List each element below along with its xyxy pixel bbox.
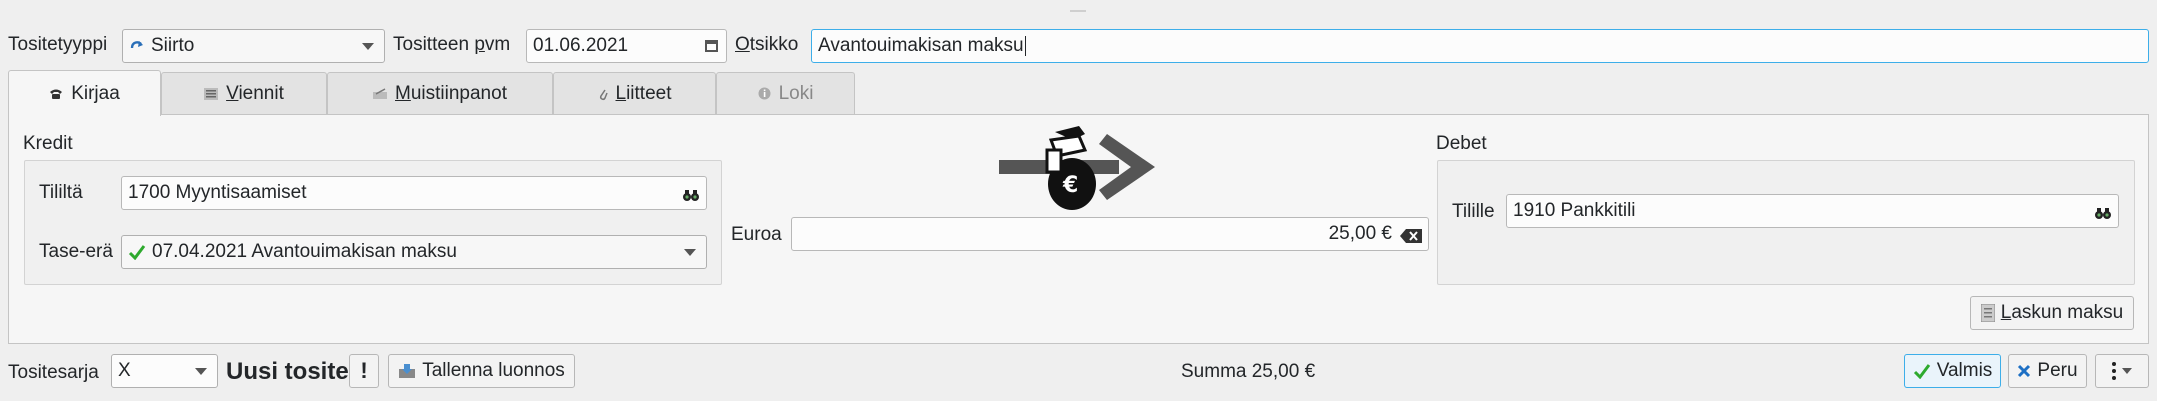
date-label: Tositteen pvm: [393, 34, 511, 55]
tab-liitteet[interactable]: Liitteet: [553, 72, 716, 114]
debet-title: Debet: [1436, 133, 1487, 154]
amount-label: Euroa: [731, 224, 782, 245]
kredit-balance-combo[interactable]: 07.04.2021 Avantouimakisan maksu: [121, 235, 707, 269]
info-icon: [758, 87, 771, 100]
phone-icon: [49, 88, 63, 100]
list-icon: [204, 87, 219, 100]
date-field[interactable]: 01.06.2021: [526, 29, 727, 63]
exclamation-icon: !: [360, 358, 368, 383]
cancel-button[interactable]: Peru: [2008, 354, 2087, 388]
warning-button[interactable]: !: [349, 354, 379, 388]
document-icon: [1980, 304, 1995, 322]
check-icon: [1913, 363, 1931, 379]
transfer-icon: [129, 38, 145, 54]
type-combo[interactable]: Siirto: [122, 29, 385, 63]
chevron-down-icon: [684, 249, 696, 256]
kredit-account-field[interactable]: 1700 Myyntisaamiset: [121, 176, 707, 210]
binoculars-icon[interactable]: [2094, 204, 2112, 226]
svg-text:€: €: [1062, 173, 1078, 198]
calendar-icon[interactable]: [705, 40, 718, 52]
kebab-menu-icon: [2112, 362, 2116, 380]
text-cursor: [1024, 36, 1026, 56]
kredit-account-label: Tililtä: [39, 182, 83, 203]
title-label: Otsikko: [735, 34, 799, 55]
close-icon: [2017, 364, 2031, 378]
tab-viennit[interactable]: Viennit: [161, 72, 327, 114]
new-document-label: Uusi tosite: [226, 358, 349, 385]
paperclip-icon: [598, 87, 608, 101]
title-field[interactable]: Avantouimakisan maksu: [811, 29, 2149, 63]
amount-field[interactable]: 25,00 €: [791, 217, 1429, 251]
chevron-down-icon: [2122, 368, 2132, 374]
chevron-down-icon: [362, 43, 374, 50]
invoice-payment-button[interactable]: Laskun maksu: [1970, 296, 2134, 330]
binoculars-icon[interactable]: [682, 186, 700, 208]
more-menu-button[interactable]: [2095, 354, 2149, 388]
debet-account-field[interactable]: 1910 Pankkitili: [1506, 194, 2119, 228]
tab-muistiinpanot[interactable]: Muistiinpanot: [327, 72, 553, 114]
chevron-down-icon: [195, 368, 207, 375]
clear-icon[interactable]: [1400, 227, 1422, 249]
kredit-title: Kredit: [23, 133, 73, 154]
save-icon: [398, 363, 416, 379]
notes-icon: [373, 87, 388, 100]
type-label: Tositetyyppi: [8, 34, 108, 55]
debet-account-label: Tilille: [1452, 201, 1495, 222]
series-label: Tositesarja: [8, 362, 99, 383]
kredit-balance-label: Tase-erä: [39, 241, 113, 262]
check-icon: [128, 244, 146, 260]
money-transfer-icon: €: [995, 126, 1160, 214]
save-draft-button[interactable]: Tallenna luonnos: [388, 354, 575, 388]
tab-loki[interactable]: Loki: [716, 72, 855, 114]
tab-kirjaa[interactable]: Kirjaa: [8, 70, 161, 116]
series-combo[interactable]: X: [111, 354, 218, 388]
ok-button[interactable]: Valmis: [1904, 354, 2001, 388]
type-value: Siirto: [151, 35, 195, 56]
window-drag-handle: [1070, 10, 1086, 12]
sum-label: Summa 25,00 €: [1181, 361, 1316, 382]
